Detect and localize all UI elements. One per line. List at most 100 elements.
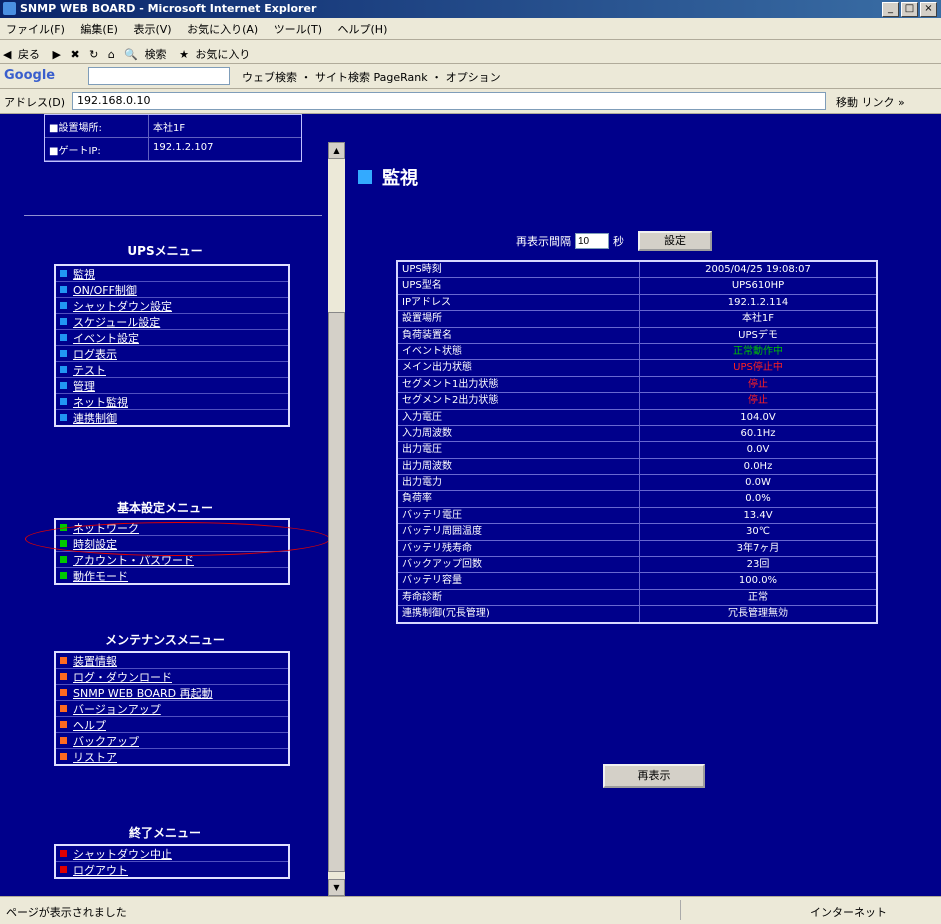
row-label: バックアップ回数 (398, 557, 640, 573)
menu-item[interactable]: シャットダウン中止 (56, 846, 288, 862)
menu-item-link[interactable]: ログアウト (73, 862, 128, 878)
menu-item-link[interactable]: バージョンアップ (73, 701, 161, 717)
exit-menu: シャットダウン中止 ログアウト (54, 844, 290, 879)
menu-item[interactable]: ON/OFF制御 (56, 282, 288, 298)
menu-item-link[interactable]: リストア (73, 749, 117, 765)
stop-button[interactable]: ✖ (70, 48, 79, 61)
menu-item[interactable]: シャットダウン設定 (56, 298, 288, 314)
menu-tools[interactable]: ツール(T) (268, 18, 328, 40)
menu-item-link[interactable]: テスト (73, 362, 106, 378)
reload-button[interactable]: 再表示 (603, 764, 705, 788)
menu-item-link[interactable]: 連携制御 (73, 410, 117, 426)
refresh-interval-input[interactable] (575, 233, 609, 249)
menu-item-link[interactable]: 監視 (73, 266, 95, 282)
scroll-thumb[interactable] (328, 312, 345, 872)
menu-item-link[interactable]: ログ・ダウンロード (73, 669, 172, 685)
maximize-button[interactable]: □ (901, 2, 918, 17)
set-button[interactable]: 設定 (638, 231, 712, 251)
menu-file[interactable]: ファイル(F) (0, 18, 71, 40)
bullet-square-icon (60, 673, 67, 680)
menu-item[interactable]: SNMP WEB BOARD 再起動 (56, 685, 288, 701)
menu-item[interactable]: ログアウト (56, 862, 288, 877)
table-row: 出力電力 0.0W (398, 475, 876, 492)
go-button[interactable]: 移動 (836, 96, 858, 109)
menu-item-link[interactable]: 装置情報 (73, 653, 117, 669)
refresh-icon[interactable]: ↻ (89, 48, 98, 61)
menu-item[interactable]: バージョンアップ (56, 701, 288, 717)
menu-item[interactable]: ネット監視 (56, 394, 288, 410)
menu-item[interactable]: 監視 (56, 266, 288, 282)
address-input[interactable]: 192.168.0.10 (72, 92, 826, 110)
google-search-input[interactable] (88, 67, 230, 85)
menu-item-link[interactable]: シャットダウン設定 (73, 298, 172, 314)
menu-help[interactable]: ヘルプ(H) (332, 18, 394, 40)
menu-item-link[interactable]: シャットダウン中止 (73, 846, 172, 862)
exit-menu-title: 終了メニュー (128, 826, 201, 840)
menu-item-link[interactable]: ON/OFF制御 (73, 282, 137, 298)
row-label: UPS型名 (398, 278, 640, 294)
back-button[interactable]: ◀ 戻る (3, 43, 43, 65)
menu-item[interactable]: 連携制御 (56, 410, 288, 425)
row-value: UPS610HP (731, 280, 785, 292)
menu-item[interactable]: ログ・ダウンロード (56, 669, 288, 685)
google-toolbar-items[interactable]: ウェブ検索 ・ サイト検索 PageRank ・ オプション (242, 69, 501, 85)
scroll-down-arrow[interactable]: ▼ (328, 879, 345, 896)
scroll-up-arrow[interactable]: ▲ (328, 142, 345, 159)
menu-item-link[interactable]: 動作モード (73, 568, 128, 584)
table-row: バッテリ容量 100.0% (398, 573, 876, 590)
menu-item-link[interactable]: ネット監視 (73, 394, 128, 410)
menu-item-link[interactable]: スケジュール設定 (73, 314, 160, 330)
bullet-square-icon (60, 572, 67, 579)
menu-item[interactable]: テスト (56, 362, 288, 378)
menu-item-link[interactable]: イベント設定 (73, 330, 139, 346)
menu-item-link[interactable]: 管理 (73, 378, 95, 394)
menu-item-link[interactable]: ヘルプ (73, 717, 106, 733)
bullet-square-icon (60, 286, 67, 293)
bullet-square-icon (60, 850, 67, 857)
row-label: 設置場所 (398, 311, 640, 327)
row-label: 負荷装置名 (398, 327, 640, 343)
info-key: ■設置場所: (45, 115, 149, 137)
menu-item-link[interactable]: バックアップ (73, 733, 139, 749)
menu-item[interactable]: スケジュール設定 (56, 314, 288, 330)
page-title: 監視 (358, 164, 418, 190)
menu-view[interactable]: 表示(V) (127, 18, 177, 40)
row-label: 出力電圧 (398, 442, 640, 458)
table-row: 出力電圧 0.0V (398, 442, 876, 459)
menu-item-link[interactable]: SNMP WEB BOARD 再起動 (73, 685, 213, 701)
left-frame-scrollbar[interactable]: ▲ ▼ (328, 142, 345, 896)
page-content: ■設置場所: 本社1F ■ゲートIP: 192.1.2.107 UPSメニュー 監視… (0, 114, 941, 896)
menu-item[interactable]: ヘルプ (56, 717, 288, 733)
table-row: セグメント1出力状態 停止 (398, 376, 876, 394)
row-label: メイン出力状態 (398, 360, 640, 376)
status-bar: ページが表示されました インターネット (0, 896, 941, 924)
row-label: 入力周波数 (398, 425, 640, 442)
favorites-button[interactable]: ★ お気に入り (179, 43, 253, 65)
menu-favorites[interactable]: お気に入り(A) (181, 18, 264, 40)
menu-item[interactable]: 管理 (56, 378, 288, 394)
forward-button[interactable]: ▶ (52, 48, 60, 61)
bullet-square-icon (60, 721, 67, 728)
menu-edit[interactable]: 編集(E) (74, 18, 124, 40)
home-icon[interactable]: ⌂ (108, 48, 115, 61)
menu-item[interactable]: 装置情報 (56, 653, 288, 669)
menu-item[interactable]: イベント設定 (56, 330, 288, 346)
menu-item-link[interactable]: ログ表示 (73, 346, 117, 362)
menu-item[interactable]: 動作モード (56, 568, 288, 583)
menu-item[interactable]: バックアップ (56, 733, 288, 749)
close-button[interactable]: × (920, 2, 937, 17)
row-value: 60.1Hz (740, 427, 776, 439)
menu-item[interactable]: ログ表示 (56, 346, 288, 362)
page-title-text: 監視 (382, 168, 418, 189)
device-info-table: ■設置場所: 本社1F ■ゲートIP: 192.1.2.107 (44, 114, 302, 162)
row-value: 192.1.2.114 (727, 296, 789, 308)
minimize-button[interactable]: _ (882, 2, 899, 17)
window-title: SNMP WEB BOARD - Microsoft Internet Expl… (20, 2, 317, 15)
search-button[interactable]: 🔍 検索 (124, 43, 169, 65)
row-value: 0.0Hz (743, 460, 773, 472)
row-label: バッテリ容量 (398, 573, 640, 589)
refresh-interval: 再表示間隔 秒 設定 (516, 231, 712, 251)
links-label[interactable]: リンク » (862, 96, 905, 109)
go-links[interactable]: 移動 リンク » (836, 94, 905, 110)
menu-item[interactable]: リストア (56, 749, 288, 764)
